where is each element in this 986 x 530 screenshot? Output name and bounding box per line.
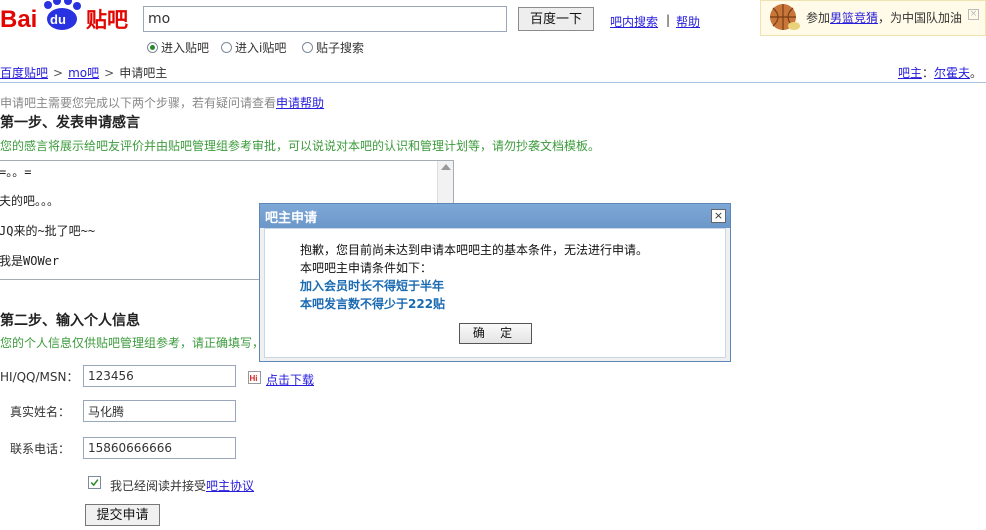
radio-post-search[interactable]: 贴子搜索 xyxy=(302,39,364,56)
phone-input[interactable] xyxy=(83,437,236,459)
svg-text:Hi: Hi xyxy=(250,374,258,383)
owner-apply-dialog: 吧主申请 × 抱歉，您目前尚未达到申请本吧吧主的基本条件，无法进行申请。 本吧吧… xyxy=(259,203,731,362)
radio-dot xyxy=(147,42,158,53)
basketball-icon xyxy=(770,4,800,30)
promo-link[interactable]: 男篮竞猜 xyxy=(830,11,878,25)
svg-text:贴吧: 贴吧 xyxy=(86,8,128,32)
baidu-hi-icon: Hi xyxy=(248,371,261,384)
contact-id-label: HI/QQ/MSN： xyxy=(0,370,79,384)
bar-owner: 吧主：尔霍夫。 xyxy=(897,66,982,80)
svg-text:Bai: Bai xyxy=(0,6,37,33)
svg-text:du: du xyxy=(50,12,66,27)
breadcrumb-current: 申请吧主 xyxy=(119,66,168,80)
essay-line: 我是WOWer xyxy=(0,254,60,268)
essay-line: JQ来的~批了吧~~ xyxy=(0,224,96,238)
dialog-condition: 加入会员时长不得短于半年 xyxy=(300,279,445,293)
bar-owner-name[interactable]: 尔霍夫 xyxy=(934,66,970,80)
scroll-up-icon[interactable] xyxy=(441,164,451,170)
phone-label: 联系电话： xyxy=(9,442,70,456)
radio-label: 贴子搜索 xyxy=(316,41,365,55)
radio-label: 进入贴吧 xyxy=(161,41,210,55)
dialog-message: 抱歉，您目前尚未达到申请本吧吧主的基本条件，无法进行申请。 xyxy=(300,243,649,257)
step2-title: 第二步、输入个人信息 xyxy=(0,313,140,329)
breadcrumb-bar-name[interactable]: mo吧 xyxy=(68,66,99,80)
in-bar-search-link[interactable]: 吧内搜索 xyxy=(610,13,658,30)
essay-line: =。。= xyxy=(0,165,32,179)
dialog-titlebar[interactable] xyxy=(260,204,730,228)
dialog-body: 抱歉，您目前尚未达到申请本吧吧主的基本条件，无法进行申请。 本吧吧主申请条件如下… xyxy=(264,228,726,358)
essay-line: 夫的吧。。。 xyxy=(0,194,60,208)
breadcrumb-tieba[interactable]: 百度贴吧 xyxy=(0,66,48,80)
step1-desc: 您的感言将展示给吧友评价并由贴吧管理组参考审批，可以说说对本吧的认识和管理计划等… xyxy=(0,139,601,153)
real-name-input[interactable] xyxy=(83,400,236,422)
dialog-conditions-header: 本吧吧主申请条件如下： xyxy=(300,261,433,275)
radio-label: 进入i贴吧 xyxy=(235,41,287,55)
radio-enter-itieba[interactable]: 进入i贴吧 xyxy=(221,39,286,56)
bar-owner-label[interactable]: 吧主 xyxy=(898,66,922,80)
dialog-ok-button[interactable]: 确 定 xyxy=(459,323,532,344)
agree-text: 我已经阅读并接受吧主协议 xyxy=(110,479,255,493)
radio-dot xyxy=(302,42,313,53)
search-input[interactable] xyxy=(143,6,507,32)
radio-enter-tieba[interactable]: 进入贴吧 xyxy=(147,39,209,56)
radio-dot xyxy=(221,42,232,53)
close-icon[interactable]: × xyxy=(968,9,979,20)
dialog-title: 吧主申请 xyxy=(265,211,318,226)
breadcrumb: 百度贴吧 > mo吧 > 申请吧主 xyxy=(0,66,168,80)
submit-button[interactable]: 提交申请 xyxy=(85,504,160,526)
step1-title: 第一步、发表申请感言 xyxy=(0,115,140,131)
promo-text: 参加男篮竞猜，为中国队加油 xyxy=(806,11,963,25)
baidu-tieba-logo[interactable]: Bai du 贴吧 xyxy=(0,0,136,36)
close-icon[interactable]: × xyxy=(711,209,726,223)
apply-help-link[interactable]: 申请帮助 xyxy=(276,96,324,110)
intro-text: 申请吧主需要您完成以下两个步骤，若有疑问请查看申请帮助 xyxy=(0,96,325,110)
real-name-label: 真实姓名： xyxy=(9,405,70,419)
agreement-link[interactable]: 吧主协议 xyxy=(206,479,254,493)
step2-desc: 您的个人信息仅供贴吧管理组参考，请正确填写， xyxy=(0,336,265,350)
agree-checkbox[interactable] xyxy=(88,476,101,489)
search-button[interactable]: 百度一下 xyxy=(518,7,594,31)
download-link[interactable]: 点击下载 xyxy=(266,371,314,388)
contact-id-input[interactable] xyxy=(83,365,236,387)
dialog-condition: 本吧发言数不得少于222贴 xyxy=(300,297,446,311)
header-separator: | xyxy=(666,13,671,27)
help-link[interactable]: 帮助 xyxy=(676,13,700,30)
